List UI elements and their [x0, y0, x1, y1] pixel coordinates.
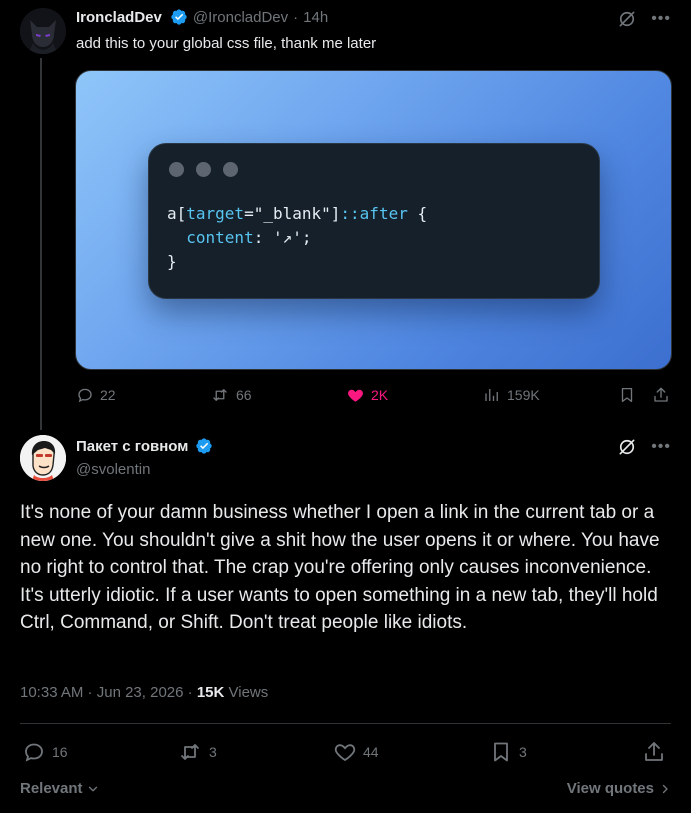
code-property: content — [186, 228, 254, 247]
code-attribute: target — [186, 204, 245, 223]
code-bracket: ] — [330, 204, 341, 223]
bookmark-button[interactable]: 3 — [489, 740, 527, 764]
tweet-actions: 16 3 44 3 — [20, 740, 671, 766]
share-icon — [645, 742, 663, 761]
reply-count: 16 — [52, 744, 68, 760]
avatar-image — [20, 8, 66, 54]
window-dot-icon — [196, 162, 211, 177]
tweet-top-actions: ••• — [617, 437, 671, 457]
separator: · — [293, 8, 299, 26]
repost-count: 3 — [209, 744, 217, 760]
like-count: 44 — [363, 744, 379, 760]
like-button[interactable]: 2K — [346, 386, 388, 404]
separator: · — [83, 684, 97, 701]
window-controls — [169, 162, 238, 177]
code-close-brace: } — [167, 252, 177, 271]
reply-button[interactable]: 16 — [22, 740, 68, 764]
handle[interactable]: @IroncladDev — [193, 9, 288, 26]
reply-count: 22 — [100, 387, 116, 403]
code-colon: : — [253, 228, 273, 247]
code-selector: a[ — [167, 204, 187, 223]
window-dot-icon — [169, 162, 184, 177]
bookmark-button[interactable] — [618, 386, 636, 404]
like-button[interactable]: 44 — [333, 740, 379, 764]
sort-dropdown[interactable]: Relevant — [20, 780, 100, 797]
repost-button[interactable]: 66 — [210, 386, 252, 404]
code-content-value: '↗' — [272, 228, 302, 247]
tweet-date[interactable]: Jun 23, 2026 — [97, 684, 184, 701]
avatar[interactable] — [20, 435, 66, 481]
window-dot-icon — [223, 162, 238, 177]
views-button[interactable]: 159K — [483, 386, 540, 404]
view-quotes-link[interactable]: View quotes — [567, 780, 671, 797]
display-name[interactable]: IroncladDev — [76, 9, 162, 26]
views-count: 15K — [196, 684, 225, 701]
repost-button[interactable]: 3 — [177, 740, 217, 764]
code-window: a[target="_blank"]::after { content: '↗'… — [148, 143, 600, 299]
repost-icon — [181, 744, 199, 760]
code-semicolon: ; — [301, 228, 312, 247]
timestamp[interactable]: 14h — [303, 9, 328, 26]
like-icon — [348, 389, 363, 402]
repost-icon — [213, 389, 227, 401]
code-snippet: a[target="_blank"]::after { content: '↗'… — [167, 202, 427, 274]
like-count: 2K — [371, 387, 389, 403]
tweet-text: It's none of your damn business whether … — [20, 502, 660, 633]
tweet-media-image[interactable]: a[target="_blank"]::after { content: '↗'… — [75, 70, 672, 370]
tweet-header: IroncladDev @IroncladDev · 14h — [76, 8, 328, 26]
verified-badge-icon — [171, 9, 187, 25]
divider — [20, 723, 671, 724]
avatar[interactable] — [20, 8, 66, 54]
like-icon — [334, 744, 356, 762]
thread-connector-line — [40, 58, 42, 430]
share-button[interactable] — [652, 386, 670, 404]
code-pseudo: ::after — [340, 204, 408, 223]
bookmark-icon — [494, 742, 508, 762]
grok-icon[interactable] — [617, 9, 637, 29]
view-quotes-label: View quotes — [566, 780, 654, 797]
reply-icon — [25, 743, 43, 762]
bookmark-count: 3 — [519, 744, 527, 760]
tweet-actions: 22 66 2K 159K — [76, 386, 673, 408]
tweet-header: Пакет с говном — [76, 437, 213, 455]
views-label: Views — [224, 684, 269, 701]
views-icon — [485, 389, 498, 401]
more-icon[interactable]: ••• — [651, 439, 671, 455]
code-equals: = — [244, 204, 254, 223]
avatar-image — [20, 435, 66, 481]
views-count: 159K — [507, 387, 540, 403]
grok-icon[interactable] — [617, 437, 637, 457]
repost-count: 66 — [236, 387, 252, 403]
tweet-text: add this to your global css file, thank … — [76, 35, 377, 52]
verified-badge-icon — [196, 438, 213, 454]
share-button[interactable] — [642, 740, 666, 764]
chevron-right-icon — [662, 784, 668, 793]
tweet-time[interactable]: 10:33 AM — [20, 684, 83, 701]
tweet-top-actions: ••• — [617, 9, 671, 29]
reply-button[interactable]: 22 — [76, 386, 116, 404]
code-brace: { — [407, 204, 428, 223]
tweet-meta: 10:33 AM · Jun 23, 2026 · 15K Views — [20, 684, 268, 701]
more-icon[interactable]: ••• — [651, 11, 671, 27]
handle[interactable]: @svolentin — [76, 461, 150, 478]
separator: · — [183, 684, 197, 701]
code-value: "_blank" — [253, 204, 331, 223]
chevron-down-icon — [88, 786, 97, 791]
sort-label: Relevant — [20, 780, 83, 797]
bookmark-icon — [621, 387, 633, 403]
share-icon — [654, 387, 668, 402]
reply-icon — [78, 388, 92, 403]
display-name[interactable]: Пакет с говном — [76, 438, 188, 455]
